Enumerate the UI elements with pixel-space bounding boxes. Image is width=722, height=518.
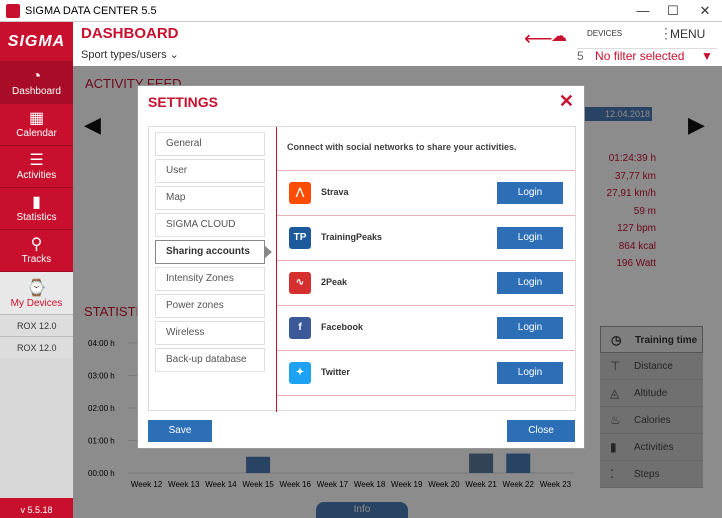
login-button-strava[interactable]: Login — [497, 182, 563, 204]
back-arrow-icon[interactable]: ⟵ — [524, 26, 553, 51]
menu-button[interactable]: MENU — [670, 27, 705, 41]
dialog-body: General User Map SIGMA CLOUD Sharing account… — [148, 126, 576, 412]
login-button-trainingpeaks[interactable]: Login — [497, 227, 563, 249]
tab-intensity-zones[interactable]: Intensity Zones — [155, 267, 265, 291]
close-icon[interactable]: ✕ — [559, 91, 574, 112]
filter-count: 5 — [577, 49, 584, 63]
sidebar-item-statistics[interactable]: ▮ Statistics — [0, 188, 73, 230]
login-button-twitter[interactable]: Login — [497, 362, 563, 384]
account-name: Twitter — [321, 367, 350, 377]
twitter-icon: ✦ — [289, 362, 311, 384]
gauge-icon: ◔ — [31, 68, 42, 85]
settings-dialog: SETTINGS ✕ General User Map SIGMA CLOUD Shar… — [137, 85, 585, 449]
tab-sigma-cloud[interactable]: SIGMA CLOUD — [155, 213, 265, 237]
sidebar-item-label: Dashboard — [12, 86, 61, 97]
watch-icon: ⌚ — [26, 279, 47, 297]
sidebar-item-dashboard[interactable]: ◔ Dashboard — [0, 62, 73, 104]
facebook-icon: f — [289, 317, 311, 339]
account-name: Strava — [321, 187, 349, 197]
settings-tabs: General User Map SIGMA CLOUD Sharing account… — [149, 127, 277, 412]
tab-sharing-accounts[interactable]: Sharing accounts — [155, 240, 272, 264]
2peak-icon: ∿ — [289, 272, 311, 294]
account-row-facebook: f Facebook Login — [277, 305, 575, 350]
account-name: Facebook — [321, 322, 364, 332]
sidebar: SIGMA ◔ Dashboard ▦ Calendar ☰ Activities ▮ Sta… — [0, 22, 73, 518]
device-row[interactable]: ROX 12.0 — [0, 314, 73, 336]
account-name: TrainingPeaks — [321, 232, 383, 242]
sport-types-dropdown[interactable]: Sport types/users ⌄ — [81, 48, 179, 61]
maximize-button[interactable]: ☐ — [658, 0, 688, 22]
sidebar-item-label: Calendar — [16, 128, 57, 139]
sidebar-item-my-devices[interactable]: ⌚ My Devices — [0, 272, 73, 314]
sidebar-item-activities[interactable]: ☰ Activities — [0, 146, 73, 188]
my-devices-label: My Devices — [10, 297, 63, 309]
filter-text: No filter selected — [595, 49, 685, 63]
login-button-2peak[interactable]: Login — [497, 272, 563, 294]
sidebar-item-label: Tracks — [21, 254, 52, 265]
login-button-facebook[interactable]: Login — [497, 317, 563, 339]
account-row-twitter: ✦ Twitter Login — [277, 350, 575, 395]
tab-power-zones[interactable]: Power zones — [155, 294, 265, 318]
list-icon: ☰ — [29, 152, 44, 169]
sharing-intro: Connect with social networks to share yo… — [287, 142, 517, 152]
close-button[interactable]: Close — [507, 420, 575, 442]
account-row-2peak: ∿ 2Peak Login — [277, 260, 575, 305]
sport-types-label: Sport types/users — [81, 49, 167, 61]
save-button[interactable]: Save — [148, 420, 212, 442]
calendar-icon: ▦ — [28, 110, 45, 127]
devices-label: DEVICES — [587, 29, 623, 38]
app-icon — [6, 3, 20, 18]
map-pin-icon: ⚲ — [30, 236, 43, 253]
bar-chart-icon: ▮ — [32, 194, 41, 211]
sidebar-item-label: Statistics — [16, 212, 57, 223]
cloud-sync-icon[interactable]: ☁ — [551, 26, 567, 46]
account-row-trainingpeaks: TP TrainingPeaks Login — [277, 215, 575, 260]
tab-back-up-database[interactable]: Back-up database — [155, 348, 265, 372]
version-label: v 5.5.18 — [0, 502, 73, 518]
trainingpeaks-icon: TP — [289, 227, 311, 249]
filter-dropdown[interactable]: 5 No filter selected ▼ — [577, 48, 717, 63]
tab-general[interactable]: General — [155, 132, 265, 156]
close-window-button[interactable]: ✕ — [690, 0, 720, 22]
sharing-accounts-panel: Connect with social networks to share yo… — [277, 127, 575, 410]
strava-icon: ⋀ — [289, 182, 311, 204]
dialog-title: SETTINGS — [148, 94, 219, 110]
tab-map[interactable]: Map — [155, 186, 265, 210]
divider — [277, 395, 575, 396]
chevron-down-icon: ⌄ — [169, 49, 179, 61]
account-row-strava: ⋀ Strava Login — [277, 170, 575, 215]
title-bar: SIGMA DATA CENTER 5.5 — [0, 0, 722, 22]
account-name: 2Peak — [321, 277, 348, 287]
page-title: DASHBOARD — [81, 25, 179, 42]
sigma-logo: SIGMA — [0, 22, 73, 62]
header: DASHBOARD Sport types/users ⌄ ⟵ ☁ DEVICE… — [73, 22, 722, 66]
sidebar-item-label: Activities — [16, 170, 57, 181]
tab-wireless[interactable]: Wireless — [155, 321, 265, 345]
sidebar-fill — [0, 358, 73, 498]
device-row[interactable]: ROX 12.0 — [0, 336, 73, 358]
sidebar-item-calendar[interactable]: ▦ Calendar — [0, 104, 73, 146]
filter-icon[interactable]: ▼ — [701, 49, 713, 63]
sidebar-item-tracks[interactable]: ⚲ Tracks — [0, 230, 73, 272]
tab-user[interactable]: User — [155, 159, 265, 183]
minimize-button[interactable]: — — [628, 0, 658, 22]
window-title: SIGMA DATA CENTER 5.5 — [25, 4, 157, 17]
